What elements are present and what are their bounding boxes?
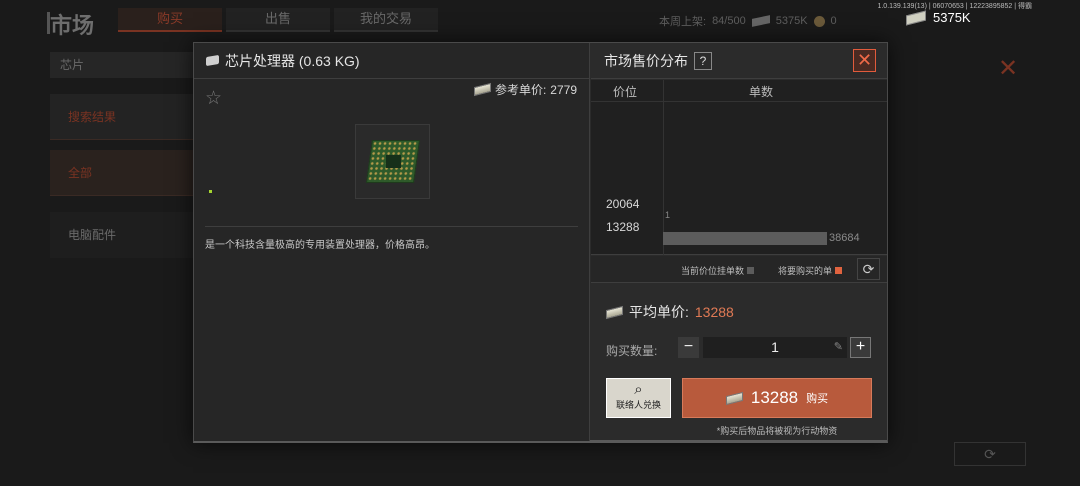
- price-level-high: 20064: [606, 197, 640, 211]
- price-level-low: 13288: [606, 220, 640, 234]
- cash-icon: [906, 10, 926, 25]
- category-sidebar: 芯片 搜索结果 全部 电脑配件: [50, 52, 194, 258]
- quantity-value: 1: [771, 339, 779, 355]
- background-close-icon[interactable]: ✕: [998, 54, 1018, 83]
- market-header: 市场售价分布 ?: [591, 43, 887, 79]
- ref-price-value: 2779: [550, 82, 577, 97]
- avg-price-label: 平均单价:: [629, 304, 689, 320]
- chip-category-icon: [206, 54, 219, 67]
- quantity-input[interactable]: 1 ✎: [703, 337, 847, 358]
- cash-icon: [725, 391, 743, 405]
- price-column-header: 价位: [613, 85, 638, 99]
- pencil-icon: ✎: [833, 341, 843, 353]
- buy-button[interactable]: 13288 购买: [682, 378, 872, 418]
- quantity-decrease-button[interactable]: −: [678, 337, 699, 358]
- price-distribution: 价位 单数 20064 13288 1 38684: [591, 80, 887, 255]
- legend-buy: 将要购买的单: [778, 264, 843, 277]
- top-money: 5375K: [906, 10, 971, 25]
- legend-current: 当前价位挂单数: [681, 264, 755, 277]
- legend-current-label: 当前价位挂单数: [681, 266, 745, 276]
- background-refresh-icon[interactable]: ⟳: [954, 442, 1026, 466]
- close-button[interactable]: ✕: [853, 49, 876, 72]
- weekly-stats: 本周上架: 84/500 5375K 0: [659, 13, 837, 29]
- legend-current-swatch: [747, 267, 755, 274]
- item-image-frame: [355, 124, 430, 199]
- favorite-star-icon[interactable]: ☆: [205, 87, 222, 110]
- qty-column-header: 单数: [749, 85, 774, 99]
- cash-icon: [751, 15, 770, 27]
- listing-quantity-value: 38684: [829, 232, 860, 244]
- top-money-value: 5375K: [933, 10, 971, 25]
- weekly-listing-label: 本周上架:: [659, 16, 707, 28]
- search-results-header[interactable]: 搜索结果: [50, 94, 194, 140]
- buy-amount: 13288: [750, 388, 799, 407]
- divider: [205, 226, 578, 227]
- legend-buy-swatch: [835, 267, 843, 274]
- cash-icon: [606, 305, 623, 319]
- category-pc-parts[interactable]: 电脑配件: [50, 212, 194, 258]
- tab-my-trades[interactable]: 我的交易: [334, 8, 438, 32]
- tab-sell[interactable]: 出售: [226, 8, 330, 32]
- market-title: 市场售价分布: [604, 52, 688, 69]
- search-chip[interactable]: 芯片: [50, 52, 194, 78]
- avg-price-value: 13288: [694, 304, 734, 320]
- exchange-label: 联络人兑换: [615, 400, 661, 410]
- market-pane: 市场售价分布 ? ✕ 价位 单数 20064 13288 1 38684 当前价…: [591, 43, 887, 441]
- search-icon: ⌕: [634, 381, 643, 398]
- cash-icon: [473, 82, 491, 97]
- refresh-icon[interactable]: ⟳: [857, 258, 880, 280]
- legend-buy-label: 将要购买的单: [778, 266, 833, 276]
- chip-core: [386, 155, 401, 168]
- contact-exchange-button[interactable]: ⌕ 联络人兑换: [606, 378, 671, 418]
- funds-value: 5375K: [775, 15, 808, 27]
- bar-count: 1: [665, 210, 671, 220]
- category-all[interactable]: 全部: [50, 150, 194, 196]
- reference-price: 参考单价: 2779: [473, 81, 577, 98]
- header-divider: [591, 101, 887, 102]
- ref-price-label: 参考单价:: [494, 83, 547, 97]
- column-divider: [663, 80, 664, 255]
- item-name: 芯片处理器 (0.63 KG): [225, 52, 360, 69]
- help-button[interactable]: ?: [694, 51, 712, 70]
- average-price: 平均单价: 13288: [606, 302, 734, 322]
- purchase-modal: 芯片处理器 (0.63 KG) ☆ 参考单价: 2779 是一个科技含量极高的专…: [193, 42, 888, 443]
- item-description: 是一个科技含量极高的专用装置处理器，价格高昂。: [205, 240, 435, 251]
- coin-value: 0: [830, 15, 837, 27]
- quantity-increase-button[interactable]: +: [850, 337, 871, 358]
- coin-icon: [813, 15, 825, 27]
- buy-label: 购买: [806, 393, 829, 405]
- item-detail-pane: 芯片处理器 (0.63 KG) ☆ 参考单价: 2779 是一个科技含量极高的专…: [194, 43, 590, 441]
- distribution-legend: 当前价位挂单数 将要购买的单 ⟳: [591, 256, 887, 283]
- status-dot: [209, 190, 212, 193]
- purchase-note: *购买后物品将被视为行动物资: [716, 426, 838, 436]
- tab-buy[interactable]: 购买: [118, 8, 222, 32]
- page-title: 市场: [50, 13, 95, 38]
- quantity-label: 购买数量:: [606, 344, 658, 358]
- listing-quantity-bar: [663, 232, 827, 245]
- item-header: 芯片处理器 (0.63 KG): [194, 43, 589, 79]
- market-tabs: 购买 出售 我的交易: [118, 8, 438, 32]
- weekly-listing-value: 84/500: [712, 15, 746, 27]
